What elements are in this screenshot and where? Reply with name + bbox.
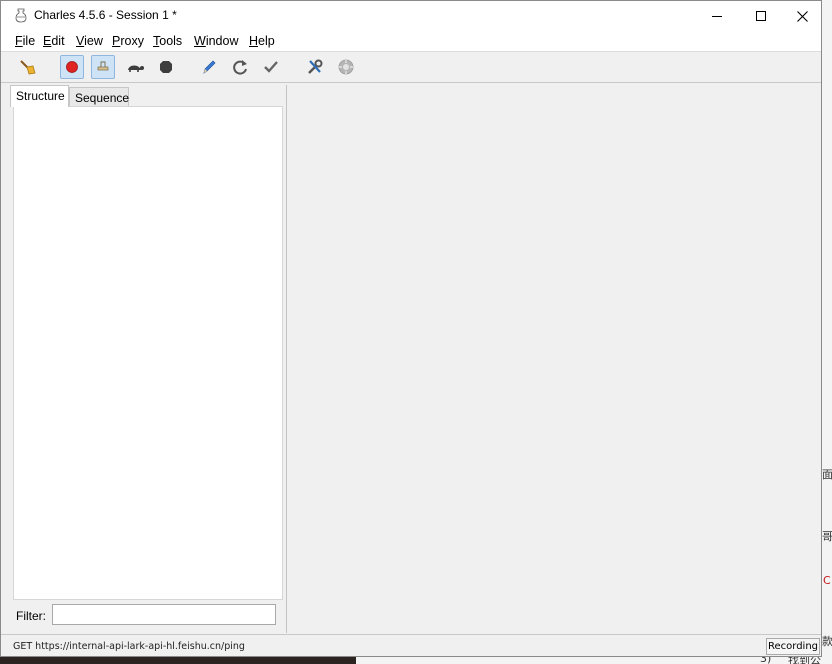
charles-window: Charles 4.5.6 - Session 1 * File Edit Vi… — [0, 0, 822, 657]
broom-icon — [20, 60, 36, 75]
stop-icon — [160, 61, 172, 73]
filter-input[interactable] — [52, 604, 276, 625]
maximize-button[interactable] — [739, 1, 783, 31]
close-icon — [796, 10, 808, 22]
close-button[interactable] — [780, 1, 824, 31]
minimize-button[interactable] — [695, 1, 739, 31]
menu-tools[interactable]: Tools — [153, 34, 182, 48]
panel-splitter[interactable] — [286, 85, 287, 633]
filter-label: Filter: — [16, 609, 46, 623]
status-bar: GET https://internal-api-lark-api-hl.fei… — [1, 634, 821, 656]
repeat-button[interactable] — [228, 55, 252, 79]
status-text: GET https://internal-api-lark-api-hl.fei… — [13, 641, 245, 652]
menu-proxy[interactable]: Proxy — [112, 34, 144, 48]
menu-file[interactable]: File — [15, 34, 35, 48]
menu-edit[interactable]: Edit — [43, 34, 65, 48]
breakpoints-button[interactable] — [123, 55, 147, 79]
menu-help[interactable]: Help — [249, 34, 275, 48]
turtle-icon — [128, 65, 144, 72]
stop-button[interactable] — [154, 55, 178, 79]
tools-icon — [308, 59, 323, 74]
edit-button[interactable] — [197, 55, 221, 79]
maximize-icon — [756, 11, 766, 21]
detail-panel — [288, 85, 820, 633]
throttle-button[interactable] — [91, 55, 115, 79]
background-text: 款 — [822, 635, 832, 648]
check-icon — [264, 61, 278, 73]
recording-status-button[interactable]: Recording — [766, 638, 820, 655]
title-bar[interactable]: Charles 4.5.6 - Session 1 * — [1, 1, 821, 31]
settings-button[interactable] — [334, 55, 358, 79]
window-title: Charles 4.5.6 - Session 1 * — [34, 8, 177, 22]
background-text: 面 — [822, 468, 832, 481]
background-text: C — [823, 574, 831, 587]
settings-icon — [338, 59, 354, 75]
minimize-icon — [712, 16, 722, 17]
tab-structure[interactable]: Structure — [10, 85, 69, 107]
clear-session-button[interactable] — [16, 55, 40, 79]
tab-sequence[interactable]: Sequence — [69, 87, 129, 107]
charles-jug-icon — [15, 8, 27, 23]
refresh-icon — [233, 60, 247, 75]
background-text: 哥 — [822, 530, 832, 543]
menu-view[interactable]: View — [76, 34, 103, 48]
session-tree[interactable] — [13, 106, 283, 600]
menu-bar: File Edit View Proxy Tools Window Help — [1, 31, 821, 52]
validate-button[interactable] — [259, 55, 283, 79]
record-button[interactable] — [60, 55, 84, 79]
tools-button[interactable] — [303, 55, 327, 79]
structure-panel: Structure Sequence Filter: — [9, 85, 286, 633]
throttle-icon — [97, 61, 109, 71]
menu-window[interactable]: Window — [194, 34, 238, 48]
record-icon — [66, 61, 78, 73]
toolbar — [1, 52, 821, 83]
pen-icon — [203, 60, 216, 74]
